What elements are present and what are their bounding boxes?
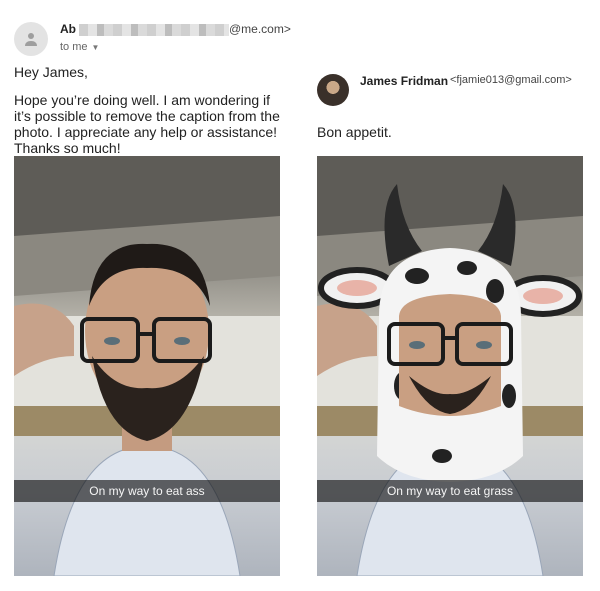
reply-sender-name: James Fridman — [360, 74, 449, 88]
sender-avatar — [14, 22, 48, 56]
original-photo: On my way to eat ass — [14, 156, 280, 576]
email-greeting: Hey James, — [14, 64, 88, 80]
reply-message: Bon appetit. — [317, 124, 392, 140]
email-body: Hope you’re doing well. I am wondering i… — [14, 92, 280, 156]
edited-photo: On my way to eat grass — [317, 156, 583, 576]
redacted-email-mask — [79, 24, 229, 36]
caret-down-icon: ▼ — [91, 43, 100, 52]
recipient-label: to me — [60, 41, 88, 53]
sender-email-domain: @me.com> — [229, 22, 291, 36]
snapchat-caption: On my way to eat grass — [317, 480, 583, 502]
reply-avatar — [317, 74, 349, 106]
reply-sender-email: <fjamie013@gmail.com> — [450, 74, 572, 86]
recipient-dropdown[interactable]: to me ▼ — [60, 41, 99, 53]
snapchat-caption: On my way to eat ass — [14, 480, 280, 502]
sender-name: Ab — [60, 22, 76, 36]
man-selfie-illustration — [14, 156, 280, 576]
person-icon — [25, 33, 37, 46]
cow-mask-illustration — [317, 156, 583, 576]
